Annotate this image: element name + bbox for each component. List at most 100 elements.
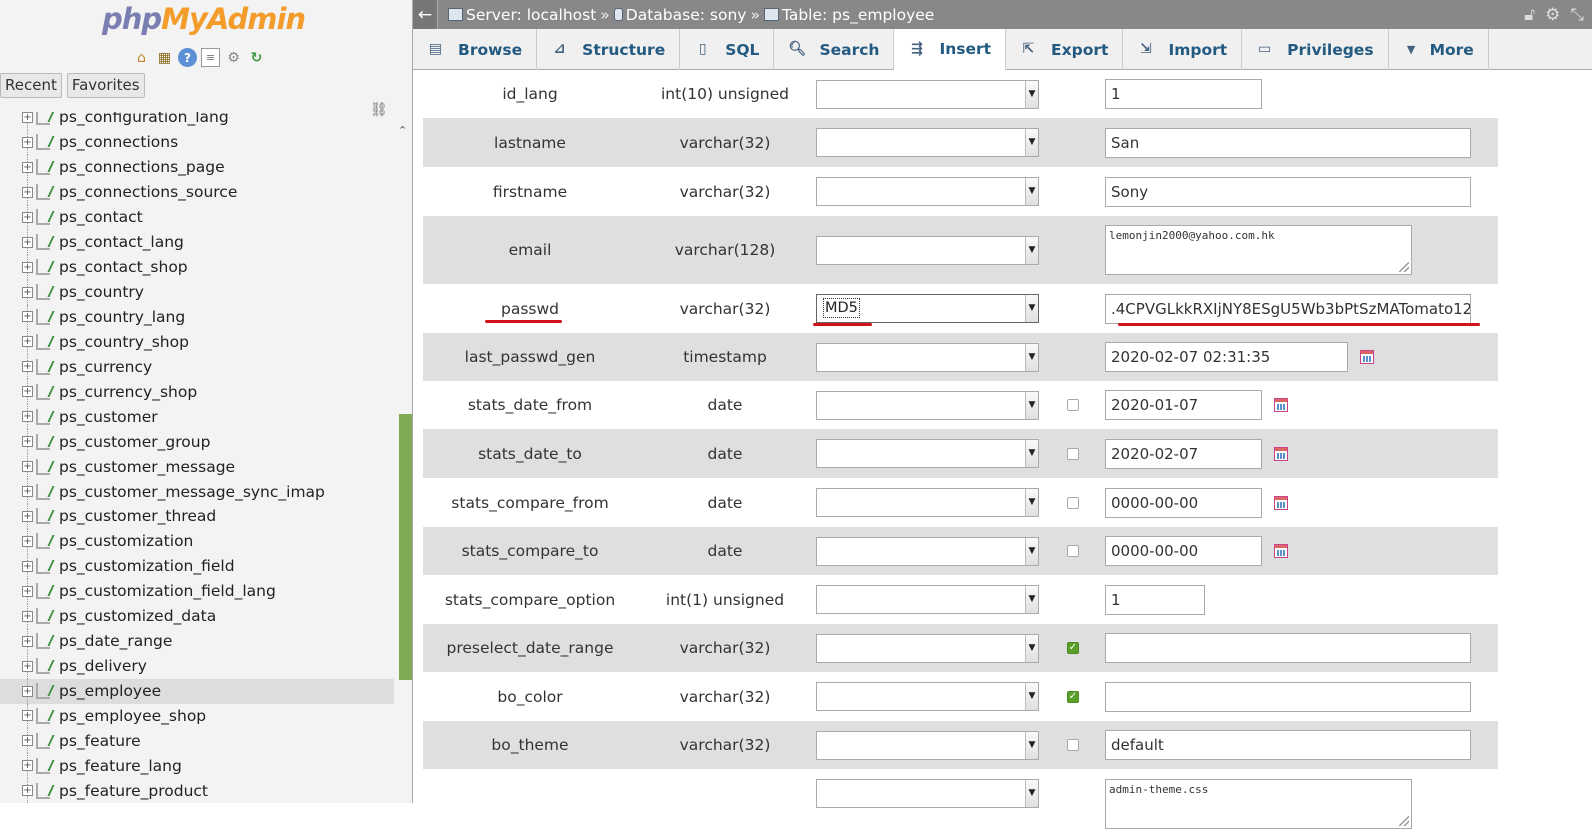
help-icon[interactable]: ?	[178, 48, 197, 67]
nav-table-name[interactable]: ps_customer	[59, 408, 158, 426]
structure-icon[interactable]	[36, 358, 50, 375]
expand-icon[interactable]: +	[22, 461, 33, 473]
function-select[interactable]: ▼	[816, 235, 1039, 265]
nav-table-name[interactable]: ps_contact	[59, 208, 143, 226]
expand-icon[interactable]: +	[22, 361, 33, 373]
table-icon[interactable]: ▦	[155, 48, 174, 67]
structure-icon[interactable]	[36, 782, 50, 799]
breadcrumb-server[interactable]: Server: localhost	[448, 6, 596, 24]
gear-icon[interactable]: ⚙	[1545, 5, 1560, 25]
nav-table-ps-customer-message-sync-imap[interactable]: + ps_customer_message_sync_imap	[0, 479, 394, 504]
nav-table-name[interactable]: ps_connections_page	[59, 158, 225, 176]
home-icon[interactable]: ⌂	[132, 48, 151, 67]
value-input[interactable]: default	[1105, 730, 1471, 760]
nav-table-ps-connections-page[interactable]: + ps_connections_page	[0, 154, 394, 180]
lock-icon[interactable]: 🔓︎	[1524, 5, 1535, 25]
expand-icon[interactable]: +	[22, 336, 33, 348]
value-textarea[interactable]: admin-theme.css	[1105, 779, 1412, 829]
structure-icon[interactable]	[36, 408, 50, 425]
reload-icon[interactable]: ↻	[247, 48, 266, 67]
back-arrow-icon[interactable]: ←	[413, 0, 438, 29]
value-input[interactable]: 2020-02-07	[1105, 438, 1262, 469]
nav-table-name[interactable]: ps_customer_message	[59, 458, 235, 476]
function-select[interactable]: ▼	[816, 730, 1039, 760]
function-select[interactable]: ▼	[816, 128, 1039, 157]
function-select[interactable]: ▼	[816, 778, 1039, 808]
nav-table-name[interactable]: ps_customer_group	[59, 433, 210, 451]
expand-icon[interactable]: +	[22, 186, 33, 198]
nav-table-ps-feature-product[interactable]: + ps_feature_product	[0, 778, 394, 803]
nav-table-name[interactable]: ps_delivery	[59, 657, 147, 675]
structure-icon[interactable]	[36, 608, 50, 625]
calendar-icon[interactable]	[1274, 398, 1288, 412]
nav-table-ps-customer-message[interactable]: + ps_customer_message	[0, 454, 394, 480]
expand-icon[interactable]: +	[22, 261, 33, 273]
calendar-icon[interactable]	[1360, 350, 1374, 364]
null-checkbox[interactable]	[1067, 447, 1079, 460]
tab-export[interactable]: ⇱ Export	[1006, 29, 1124, 70]
nav-table-name[interactable]: ps_employee	[59, 682, 161, 700]
function-select[interactable]: ▼	[816, 536, 1039, 566]
function-select[interactable]: ▼	[816, 177, 1039, 206]
function-select[interactable]: ▼	[816, 342, 1039, 372]
nav-table-name[interactable]: ps_customized_data	[59, 607, 216, 625]
value-textarea[interactable]: lemonjin2000@yahoo.com.hk	[1105, 225, 1412, 275]
scroll-up-icon[interactable]: ⌃	[398, 124, 407, 137]
expand-icon[interactable]: +	[22, 560, 33, 572]
nav-scrollbar-thumb[interactable]	[399, 414, 412, 680]
calendar-icon[interactable]	[1274, 446, 1288, 461]
nav-table-name[interactable]: ps_date_range	[59, 632, 172, 650]
value-input[interactable]: 1	[1105, 79, 1262, 109]
function-select[interactable]: ▼	[816, 390, 1039, 420]
nav-table-name[interactable]: ps_customization_field_lang	[59, 582, 276, 600]
structure-icon[interactable]	[36, 209, 50, 226]
expand-icon[interactable]: +	[22, 585, 33, 597]
nav-table-ps-connections-source[interactable]: + ps_connections_source	[0, 179, 394, 205]
nav-table-ps-customer-group[interactable]: + ps_customer_group	[0, 429, 394, 455]
expand-icon[interactable]: +	[22, 386, 33, 398]
nav-table-name[interactable]: ps_feature_product	[59, 782, 208, 800]
function-select[interactable]: MD5 ▼	[816, 294, 1039, 323]
nav-table-ps-customer-thread[interactable]: + ps_customer_thread	[0, 504, 394, 529]
expand-icon[interactable]: +	[22, 735, 33, 747]
structure-icon[interactable]	[36, 333, 50, 350]
null-checkbox[interactable]	[1067, 739, 1079, 751]
recent-tab[interactable]: Recent	[0, 73, 62, 98]
null-checkbox[interactable]: ✓	[1067, 642, 1079, 654]
tab-more[interactable]: ▼ More	[1389, 29, 1489, 70]
structure-icon[interactable]	[36, 259, 50, 276]
expand-icon[interactable]: +	[22, 760, 33, 772]
structure-icon[interactable]	[36, 633, 50, 650]
nav-table-name[interactable]: ps_country_lang	[59, 308, 185, 326]
nav-table-ps-country-shop[interactable]: + ps_country_shop	[0, 329, 394, 355]
calendar-icon[interactable]	[1274, 495, 1288, 510]
nav-table-ps-country[interactable]: + ps_country	[0, 279, 394, 305]
expand-icon[interactable]: +	[22, 486, 33, 498]
function-select[interactable]: ▼	[816, 585, 1039, 614]
value-input[interactable]: .4CPVGLkkRXIjNY8ESgU5Wb3bPtSzMATomato123	[1105, 293, 1471, 324]
expand-icon[interactable]: +	[22, 211, 33, 223]
structure-icon[interactable]	[36, 757, 50, 774]
expand-icon[interactable]: +	[22, 436, 33, 448]
expand-icon[interactable]: +	[22, 161, 33, 173]
value-input[interactable]: 1	[1105, 584, 1205, 615]
function-select[interactable]: ▼	[816, 439, 1039, 468]
null-checkbox[interactable]	[1067, 399, 1079, 411]
structure-icon[interactable]	[36, 383, 50, 400]
expand-icon[interactable]: +	[22, 112, 33, 123]
nav-table-name[interactable]: ps_connections	[59, 133, 178, 151]
nav-table-name[interactable]: ps_customization	[59, 532, 193, 550]
nav-table-ps-contact-lang[interactable]: + ps_contact_lang	[0, 229, 394, 255]
phpmyadmin-logo[interactable]: phpMyAdmin	[102, 2, 306, 36]
function-select[interactable]: ▼	[816, 633, 1039, 663]
nav-table-name[interactable]: ps_currency_shop	[59, 383, 197, 401]
tab-browse[interactable]: ▤ Browse	[413, 29, 538, 70]
nav-table-ps-contact-shop[interactable]: + ps_contact_shop	[0, 254, 394, 280]
expand-icon[interactable]: +	[22, 236, 33, 248]
expand-icon[interactable]: +	[22, 311, 33, 323]
tab-sql[interactable]: ▯ SQL	[680, 29, 775, 70]
docs-icon[interactable]: ≡	[201, 48, 220, 67]
value-input[interactable]: 0000-00-00	[1105, 487, 1262, 518]
function-select[interactable]: ▼	[816, 79, 1039, 109]
nav-table-ps-customization[interactable]: + ps_customization	[0, 528, 394, 554]
